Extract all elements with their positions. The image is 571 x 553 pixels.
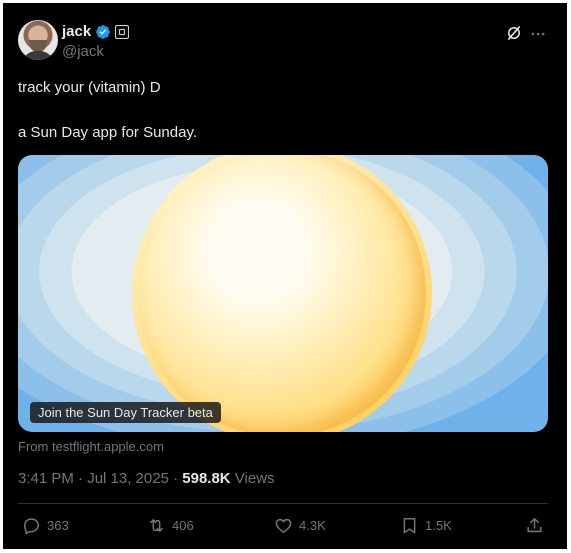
divider — [18, 503, 548, 504]
more-icon[interactable] — [529, 25, 547, 43]
avatar-shoulders — [22, 51, 54, 60]
tweet-datetime[interactable]: 3:41 PM · Jul 13, 2025 · — [18, 470, 182, 487]
card-cta-label[interactable]: Join the Sun Day Tracker beta — [30, 402, 221, 423]
sun-illustration — [132, 155, 432, 432]
bookmark-icon — [403, 517, 416, 533]
share-button[interactable] — [525, 514, 544, 536]
views-label: Views — [230, 470, 275, 487]
author-name[interactable]: jack — [62, 23, 91, 40]
affiliate-badge-icon[interactable] — [115, 25, 129, 39]
like-count: 4.3K — [299, 517, 326, 533]
like-icon — [275, 518, 292, 533]
card-source-link[interactable]: From testflight.apple.com — [18, 439, 164, 454]
reply-icon — [24, 517, 39, 534]
grok-icon[interactable] — [505, 24, 523, 42]
author-handle[interactable]: @jack — [62, 43, 104, 60]
bookmark-button[interactable]: 1.5K — [400, 514, 452, 536]
repost-icon — [150, 518, 163, 532]
verified-badge-icon — [96, 25, 110, 39]
views-count: 598.8K — [182, 470, 231, 487]
avatar[interactable] — [18, 20, 58, 60]
tweet-container: jack @jack track your (vitamin) D a Sun … — [3, 3, 567, 549]
tweet-meta: 3:41 PM · Jul 13, 2025 · 598.8K Views — [18, 470, 275, 487]
like-button[interactable]: 4.3K — [274, 514, 326, 536]
reply-button[interactable]: 363 — [22, 514, 69, 536]
bookmark-count: 1.5K — [425, 517, 452, 533]
link-card-image[interactable]: Join the Sun Day Tracker beta — [18, 155, 548, 432]
reply-count: 363 — [47, 517, 69, 533]
repost-button[interactable]: 406 — [147, 514, 194, 536]
repost-count: 406 — [172, 517, 194, 533]
tweet-text-line-1: track your (vitamin) D — [18, 79, 161, 96]
tweet-text-line-2: a Sun Day app for Sunday. — [18, 124, 198, 141]
share-icon — [527, 517, 542, 532]
